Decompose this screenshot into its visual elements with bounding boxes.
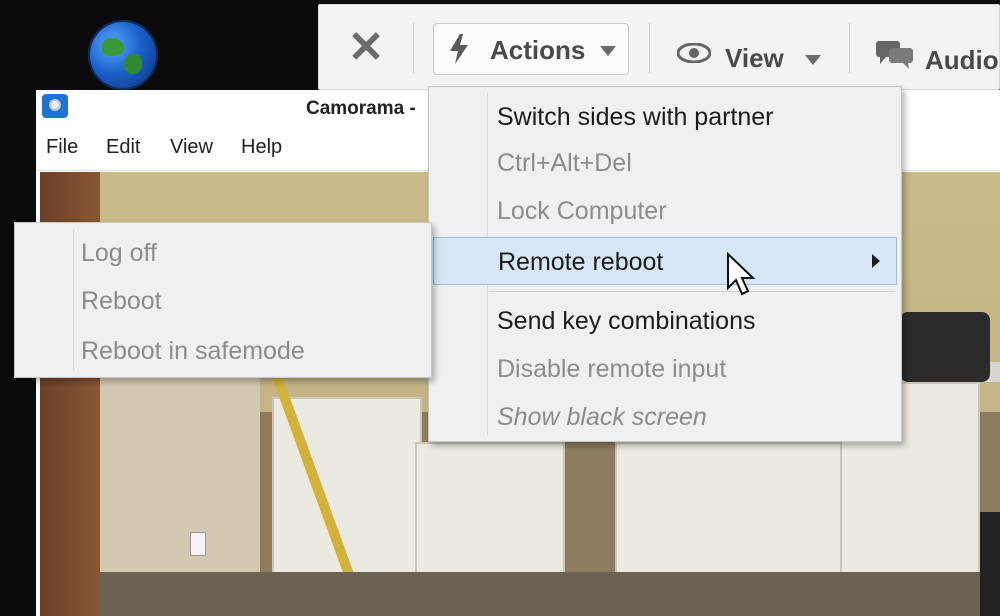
chevron-down-icon (805, 55, 821, 65)
menu-item-reboot[interactable]: Reboot (15, 277, 431, 323)
menu-item-reboot-safemode[interactable]: Reboot in safemode (15, 327, 431, 373)
menu-item-disable-remote-input[interactable]: Disable remote input (429, 345, 901, 391)
view-button[interactable]: View (725, 43, 784, 74)
lightning-icon (450, 34, 468, 64)
eye-icon (677, 43, 711, 63)
menu-edit[interactable]: Edit (106, 136, 140, 159)
mouse-pointer-icon (727, 252, 756, 296)
menu-item-switch-sides[interactable]: Switch sides with partner (429, 93, 901, 139)
audio-button[interactable]: Audio (925, 45, 999, 76)
window-title: Camorama - (306, 98, 416, 119)
chevron-down-icon (600, 46, 616, 56)
chevron-right-icon (872, 254, 880, 268)
menu-item-send-key-combinations[interactable]: Send key combinations (429, 297, 901, 343)
remote-toolbar: ✕ Actions View Audio (318, 4, 1000, 90)
menu-item-show-black-screen[interactable]: Show black screen (429, 393, 901, 439)
actions-label: Actions (490, 35, 586, 65)
camera-app-icon (42, 94, 68, 118)
close-icon[interactable]: ✕ (341, 26, 391, 70)
globe-icon (88, 20, 158, 90)
chat-icon (876, 41, 913, 69)
menu-item-ctrl-alt-del[interactable]: Ctrl+Alt+Del (429, 139, 901, 185)
remote-session-screen: Camorama - File Edit View Help ✕ Actions… (0, 0, 1000, 616)
remote-reboot-submenu: Log off Reboot Reboot in safemode (14, 222, 432, 378)
menu-help[interactable]: Help (241, 136, 282, 159)
menu-item-lock-computer[interactable]: Lock Computer (429, 187, 901, 233)
menu-item-log-off[interactable]: Log off (15, 229, 431, 275)
actions-dropdown-menu: Switch sides with partner Ctrl+Alt+Del L… (428, 86, 902, 442)
menu-view[interactable]: View (170, 136, 213, 159)
menu-item-remote-reboot[interactable]: Remote reboot (433, 237, 897, 285)
menu-file[interactable]: File (46, 136, 78, 159)
actions-button[interactable]: Actions (433, 23, 629, 75)
